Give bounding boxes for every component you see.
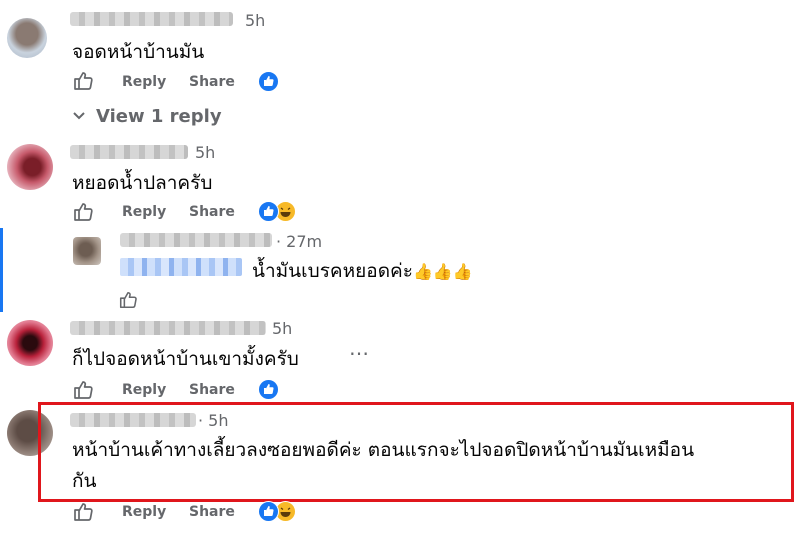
- avatar[interactable]: [73, 237, 101, 265]
- thread-indicator: [0, 228, 3, 312]
- reply-text: น้ำมันเบรคหยอดค่ะ👍👍👍: [252, 256, 473, 286]
- reply-button[interactable]: Reply: [122, 204, 166, 220]
- reaction-summary[interactable]: [258, 379, 280, 400]
- reply-button[interactable]: Reply: [122, 74, 166, 90]
- thumbs-up-emoji: 👍👍👍: [412, 262, 473, 281]
- comment-text: ก็ไปจอดหน้าบ้านเขามั้งครับ: [72, 348, 299, 370]
- share-button[interactable]: Share: [189, 204, 235, 220]
- reaction-summary[interactable]: [258, 201, 298, 222]
- reply-text-body: น้ำมันเบรคหยอดค่ะ: [252, 260, 413, 282]
- comment-timestamp[interactable]: 5h: [195, 143, 215, 162]
- avatar[interactable]: [7, 18, 47, 58]
- avatar[interactable]: [7, 320, 53, 366]
- like-outline-icon[interactable]: [72, 379, 94, 401]
- reply-timestamp[interactable]: · 27m: [276, 232, 322, 251]
- like-reaction-icon: [258, 501, 279, 522]
- avatar[interactable]: [7, 144, 53, 190]
- like-reaction-icon: [258, 71, 279, 92]
- chevron-down-icon[interactable]: [72, 110, 86, 122]
- comment-text: หยอดน้ำปลาครับ: [72, 172, 213, 194]
- reply-button[interactable]: Reply: [122, 382, 166, 398]
- like-reaction-icon: [258, 201, 279, 222]
- comment-timestamp[interactable]: 5h: [272, 319, 292, 338]
- like-outline-icon[interactable]: [72, 501, 94, 523]
- mentioned-user-tag[interactable]: [120, 258, 242, 276]
- reaction-summary[interactable]: [258, 71, 280, 92]
- reply-button[interactable]: Reply: [122, 504, 166, 520]
- comment-timestamp[interactable]: 5h: [245, 11, 265, 30]
- view-replies-link[interactable]: View 1 reply: [96, 106, 222, 127]
- share-button[interactable]: Share: [189, 382, 235, 398]
- like-outline-icon[interactable]: [118, 290, 138, 310]
- like-reaction-icon: [258, 379, 279, 400]
- commenter-name-blurred[interactable]: [70, 12, 233, 26]
- reaction-summary[interactable]: [258, 501, 298, 522]
- share-button[interactable]: Share: [189, 74, 235, 90]
- commenter-name-blurred[interactable]: [70, 321, 266, 335]
- highlight-box: [38, 402, 794, 502]
- commenter-name-blurred[interactable]: [70, 145, 188, 159]
- share-button[interactable]: Share: [189, 504, 235, 520]
- like-outline-icon[interactable]: [72, 70, 94, 92]
- more-options-icon[interactable]: …: [349, 336, 369, 360]
- like-outline-icon[interactable]: [72, 201, 94, 223]
- commenter-name-blurred[interactable]: [120, 233, 272, 247]
- comment-text: จอดหน้าบ้านมัน: [72, 41, 205, 63]
